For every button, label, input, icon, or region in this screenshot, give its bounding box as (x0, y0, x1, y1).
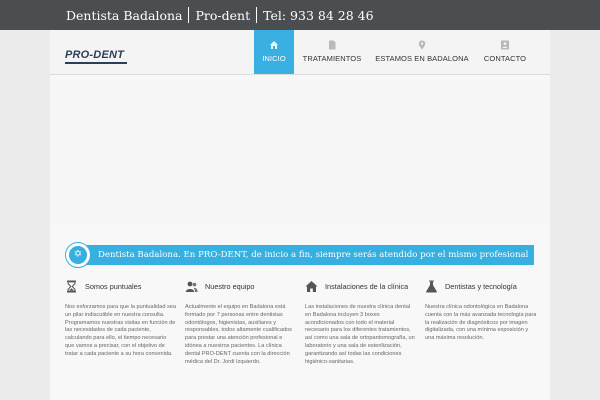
home-icon (270, 41, 278, 49)
feature-description: Actualmente el equipo en Badalona está f… (185, 304, 292, 365)
top-bar-divider (188, 7, 190, 23)
nav-label: TRATAMIENTOS (302, 54, 362, 63)
hero-slider (50, 75, 550, 225)
top-bar-phone[interactable]: Tel: 933 84 28 46 (263, 8, 373, 23)
feature-description: Las instalaciones de nuestra clínica den… (305, 304, 415, 365)
feature-title: Dentistas y tecnología (445, 282, 517, 291)
nav-label: INICIO (262, 54, 286, 63)
feature-title: Nuestro equipo (205, 282, 255, 291)
nav-item-inicio[interactable]: INICIO (254, 30, 294, 74)
nav-label: ESTAMOS EN BADALONA (375, 54, 469, 63)
top-bar-site-name: Dentista Badalona (66, 7, 183, 23)
nav-item-tratamientos[interactable]: TRATAMIENTOS (298, 30, 366, 74)
feature-title: Somos puntuales (85, 282, 142, 291)
feature-description: Nos esforzamos para que la puntualidad s… (65, 304, 177, 357)
banner-badge: ✡ (65, 242, 91, 268)
top-bar-text: Dentista Badalona Pro-dent Tel: 933 84 2… (0, 0, 600, 30)
nav-item-contacto[interactable]: CONTACTO (480, 30, 530, 74)
nav-item-estamos-en-badalona[interactable]: ESTAMOS EN BADALONA (372, 30, 472, 74)
site-logo[interactable]: PRO-DENT (65, 48, 131, 64)
hourglass-icon (67, 280, 76, 293)
nav-label: CONTACTO (483, 54, 527, 63)
feature-description: Nuestra clínica odontológica en Badalona… (425, 304, 537, 342)
house-icon (305, 281, 318, 292)
top-bar-brand: Pro-dent (195, 7, 251, 23)
tagline-text: Dentista Badalona. En PRO-DENT, de inici… (98, 250, 529, 260)
flask-icon (426, 280, 437, 293)
location-pin-icon (418, 40, 426, 50)
feature-title: Instalaciones de la clínica (325, 282, 409, 291)
document-icon (329, 40, 336, 50)
team-icon (185, 281, 198, 292)
contact-card-icon (501, 40, 509, 50)
star-of-david-icon: ✡ (69, 246, 87, 264)
top-bar-divider (256, 7, 258, 23)
